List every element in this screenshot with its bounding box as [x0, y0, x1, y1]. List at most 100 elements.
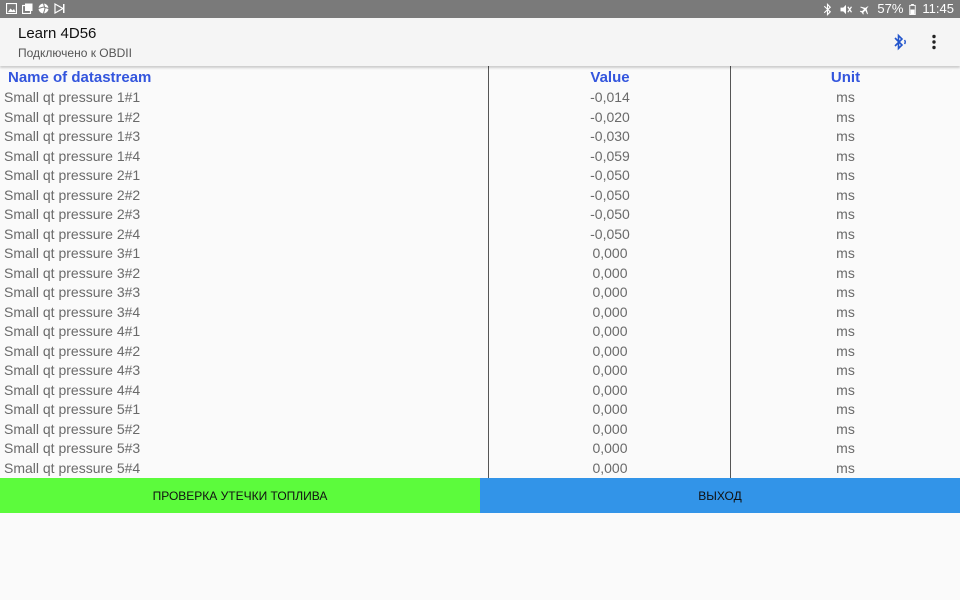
table-row: Small qt pressure 3#4 0,000 ms — [0, 303, 960, 323]
cell-value: -0,014 — [590, 89, 630, 105]
cell-value: -0,050 — [590, 186, 630, 203]
bluetooth-connect-icon[interactable] — [890, 32, 910, 52]
app-bar: Learn 4D56 Подключено к OBDII — [0, 18, 960, 66]
battery-percent: 57% — [877, 1, 904, 16]
cell-unit: ms — [836, 303, 855, 320]
cell-name: Small qt pressure 4#4 — [4, 381, 141, 398]
empty-area — [0, 513, 960, 600]
table-row: Small qt pressure 4#3 0,000 ms — [0, 361, 960, 381]
table-row: Small qt pressure 2#4 -0,050 ms — [0, 225, 960, 245]
media-icon — [54, 3, 65, 14]
table-row: Small qt pressure 4#2 0,000 ms — [0, 342, 960, 362]
cell-name: Small qt pressure 5#4 — [4, 459, 141, 476]
cell-unit: ms — [836, 323, 855, 339]
table-row: Small qt pressure 3#3 0,000 ms — [0, 283, 960, 303]
cell-value: -0,030 — [590, 128, 630, 144]
cell-name: Small qt pressure 3#4 — [4, 303, 141, 320]
cell-value: 0,000 — [592, 323, 628, 339]
cell-value: -0,050 — [590, 167, 630, 183]
cell-value: 0,000 — [592, 342, 628, 359]
cell-value: 0,000 — [592, 381, 628, 398]
cell-name: Small qt pressure 3#1 — [4, 245, 141, 261]
cell-value: 0,000 — [592, 245, 628, 261]
cell-unit: ms — [836, 264, 855, 281]
cell-unit: ms — [836, 206, 855, 222]
cell-name: Small qt pressure 1#4 — [4, 147, 141, 164]
table-row: Small qt pressure 4#4 0,000 ms — [0, 381, 960, 401]
table-row: Small qt pressure 1#2 -0,020 ms — [0, 108, 960, 128]
cell-value: 0,000 — [592, 401, 628, 417]
exit-button[interactable]: ВЫХОД — [480, 478, 960, 513]
airplane-icon — [860, 5, 869, 15]
gallery-icon — [6, 3, 17, 14]
cell-value: 0,000 — [592, 362, 628, 378]
cell-name: Small qt pressure 1#1 — [4, 89, 141, 105]
system-status: 57% 11:45 — [822, 1, 954, 17]
cell-value: -0,050 — [590, 206, 630, 222]
cell-unit: ms — [836, 342, 855, 359]
cell-unit: ms — [836, 225, 855, 242]
bluetooth-icon — [824, 2, 832, 16]
cell-name: Small qt pressure 4#2 — [4, 342, 141, 359]
table-row: Small qt pressure 2#1 -0,050 ms — [0, 166, 960, 186]
cell-unit: ms — [836, 245, 855, 261]
table-row: Small qt pressure 3#2 0,000 ms — [0, 264, 960, 284]
cell-value: -0,050 — [590, 225, 630, 242]
table-row: Small qt pressure 2#3 -0,050 ms — [0, 205, 960, 225]
cell-unit: ms — [836, 147, 855, 164]
cell-name: Small qt pressure 2#2 — [4, 186, 141, 203]
screenshot-icon — [22, 3, 33, 14]
table-row: Small qt pressure 5#1 0,000 ms — [0, 400, 960, 420]
table-row: Small qt pressure 5#4 0,000 ms — [0, 459, 960, 479]
table-row: Small qt pressure 1#1 -0,014 ms — [0, 88, 960, 108]
cell-value: 0,000 — [592, 284, 628, 300]
cell-name: Small qt pressure 2#1 — [4, 167, 141, 183]
mute-icon — [840, 4, 853, 14]
cell-value: 0,000 — [592, 459, 628, 476]
header-name: Name of datastream — [8, 69, 152, 86]
cell-value: 0,000 — [592, 440, 628, 456]
status-bar: 57% 11:45 — [0, 0, 960, 18]
header-value: Value — [590, 69, 630, 86]
cell-name: Small qt pressure 2#4 — [4, 225, 141, 242]
cell-name: Small qt pressure 5#1 — [4, 401, 141, 417]
table-row: Small qt pressure 3#1 0,000 ms — [0, 244, 960, 264]
app-title: Learn 4D56 — [18, 25, 97, 42]
cell-value: 0,000 — [592, 264, 628, 281]
cell-name: Small qt pressure 5#3 — [4, 440, 141, 456]
cell-unit: ms — [836, 459, 855, 476]
cell-unit: ms — [836, 89, 855, 105]
header-unit: Unit — [830, 69, 861, 86]
connection-status: Подключено к OBDII — [18, 46, 132, 60]
cell-name: Small qt pressure 1#3 — [4, 128, 141, 144]
cell-name: Small qt pressure 3#2 — [4, 264, 141, 281]
overflow-menu-icon[interactable] — [924, 32, 944, 52]
cell-name: Small qt pressure 4#3 — [4, 362, 141, 378]
clock: 11:45 — [922, 1, 954, 16]
cell-name: Small qt pressure 2#3 — [4, 206, 141, 222]
cell-unit: ms — [836, 128, 855, 144]
battery-icon — [909, 3, 917, 15]
cell-value: -0,059 — [590, 147, 630, 164]
cell-name: Small qt pressure 1#2 — [4, 108, 141, 125]
table-row: Small qt pressure 4#1 0,000 ms — [0, 322, 960, 342]
datastream-table: Name of datastream Value Unit Small qt p… — [0, 66, 960, 478]
table-row: Small qt pressure 5#3 0,000 ms — [0, 439, 960, 459]
notification-icons — [6, 3, 65, 14]
table-row: Small qt pressure 1#3 -0,030 ms — [0, 127, 960, 147]
cell-value: 0,000 — [592, 303, 628, 320]
fuel-leak-check-button[interactable]: ПРОВЕРКА УТЕЧКИ ТОПЛИВА — [0, 478, 480, 513]
cell-unit: ms — [836, 381, 855, 398]
cell-unit: ms — [836, 108, 855, 125]
cell-value: -0,020 — [590, 108, 630, 125]
cell-unit: ms — [836, 167, 855, 183]
table-row: Small qt pressure 5#2 0,000 ms — [0, 420, 960, 440]
cell-unit: ms — [836, 440, 855, 456]
cell-unit: ms — [836, 284, 855, 300]
cell-value: 0,000 — [592, 420, 628, 437]
cell-unit: ms — [836, 362, 855, 378]
table-row: Small qt pressure 2#2 -0,050 ms — [0, 186, 960, 206]
cell-name: Small qt pressure 3#3 — [4, 284, 141, 300]
table-row: Small qt pressure 1#4 -0,059 ms — [0, 147, 960, 167]
shutter-icon — [38, 3, 49, 14]
